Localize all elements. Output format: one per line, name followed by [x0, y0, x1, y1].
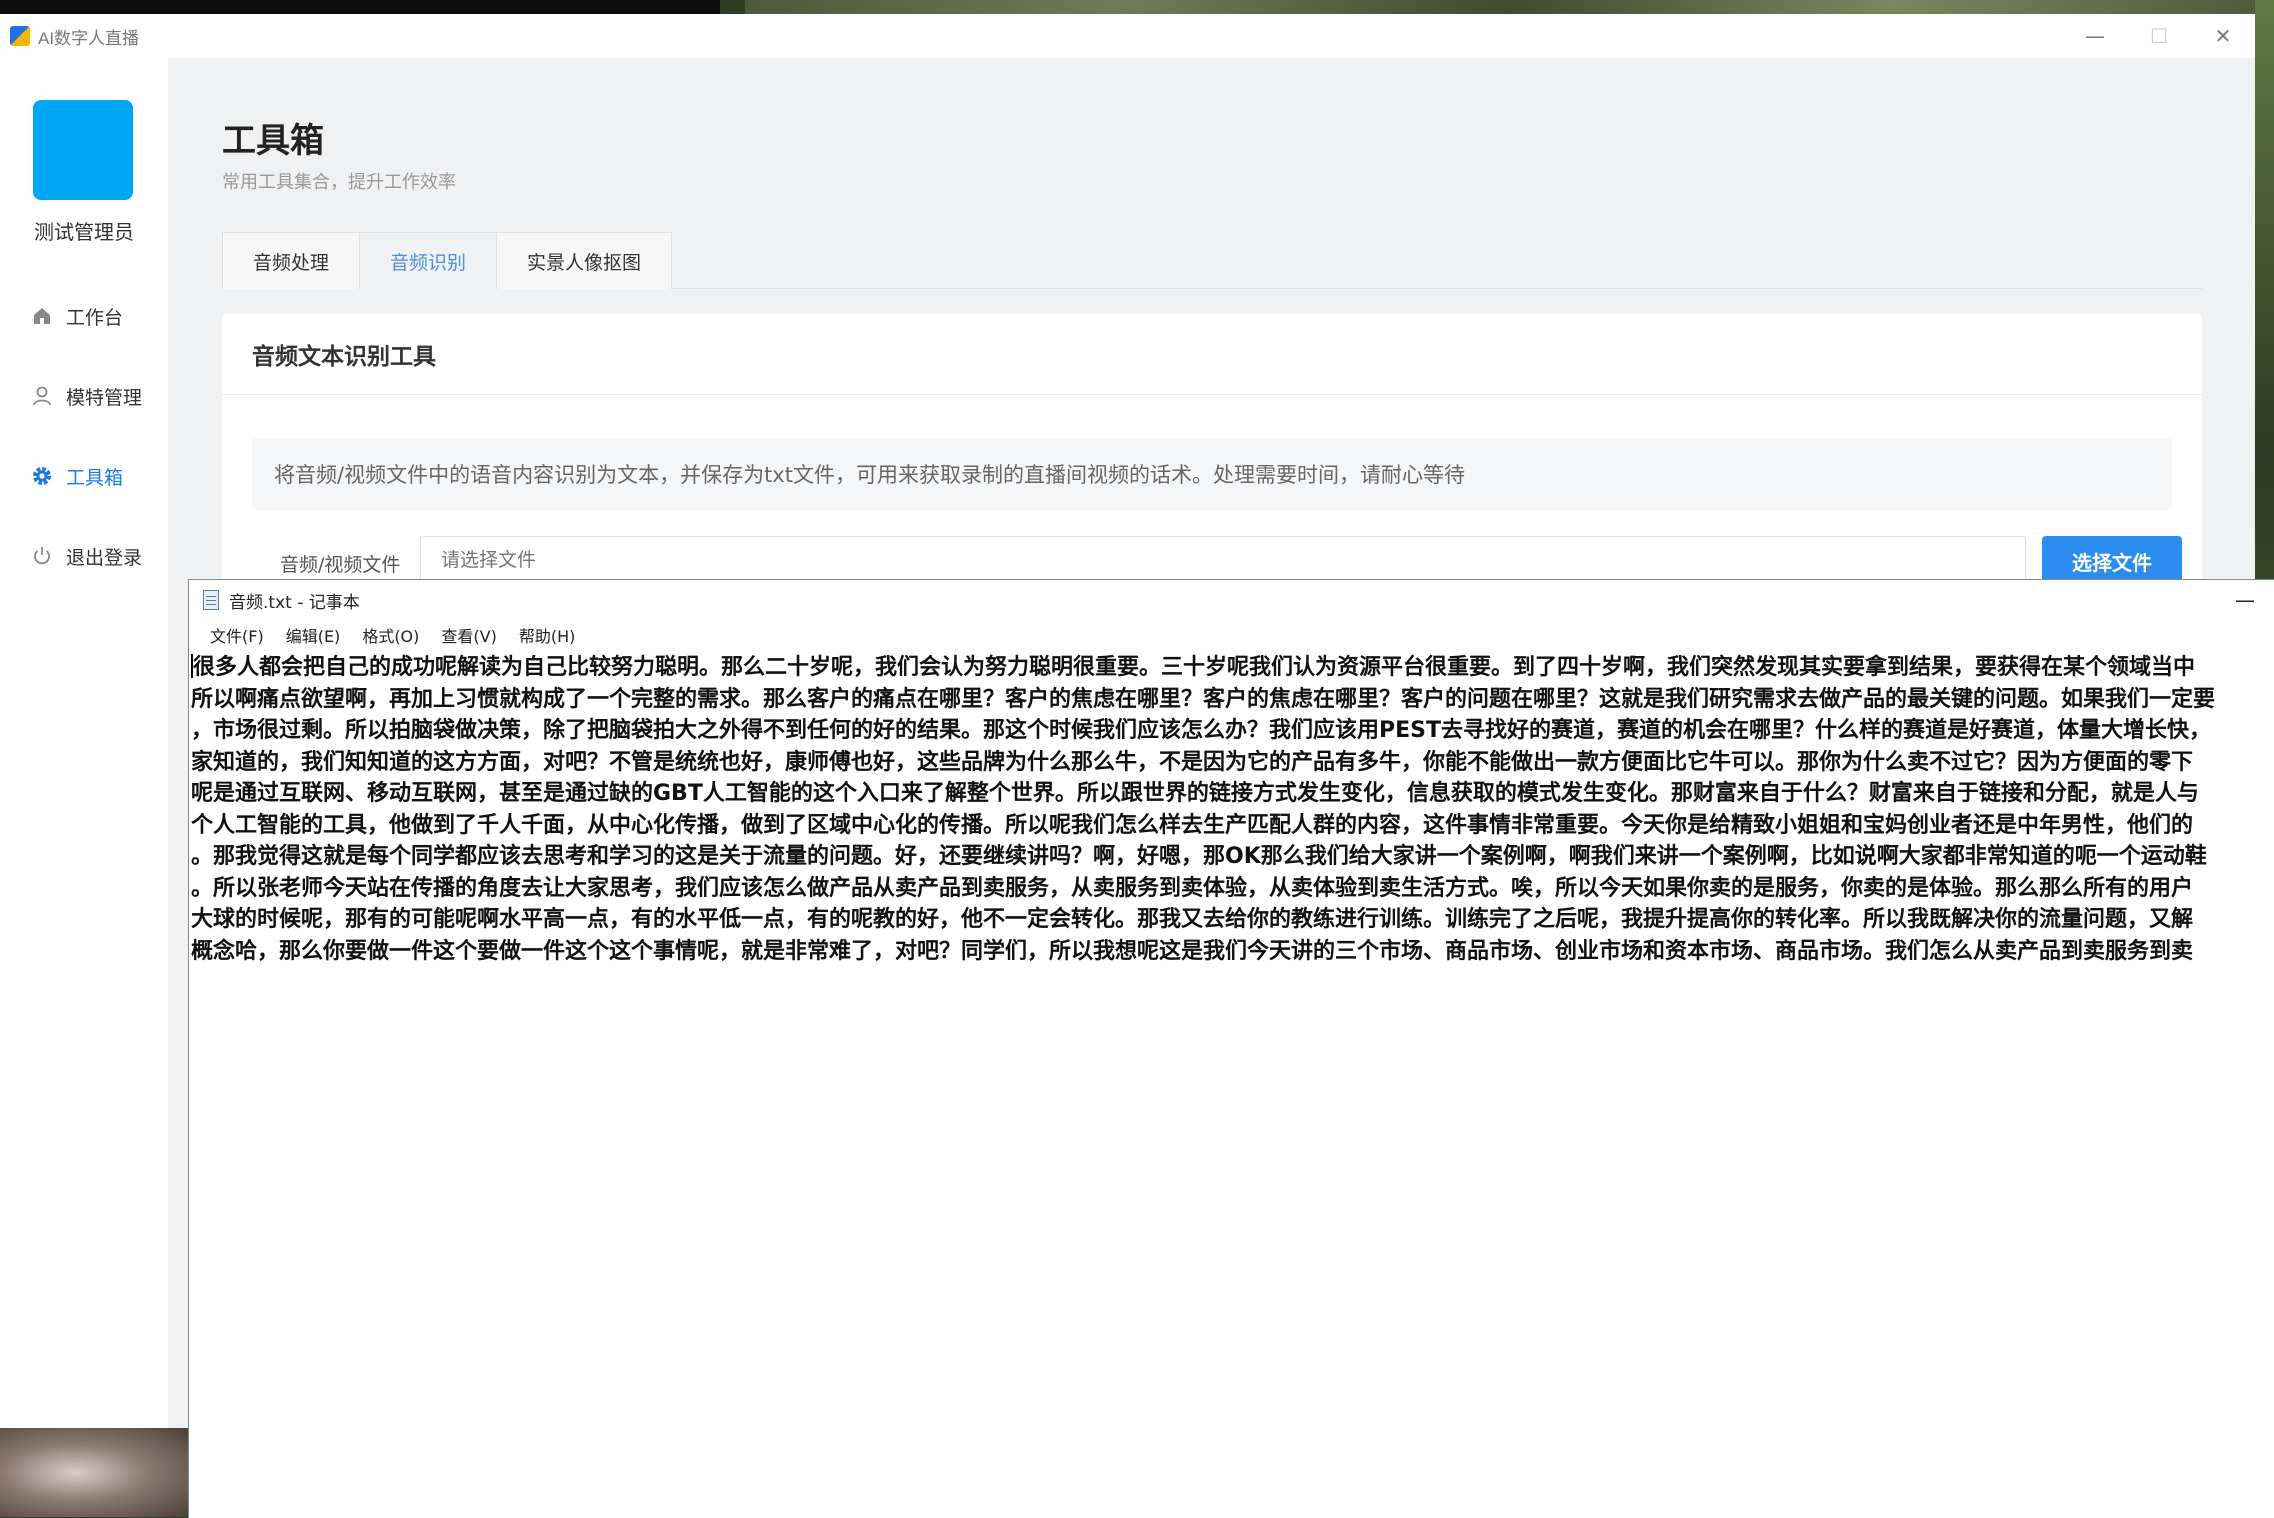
menu-file[interactable]: 文件(F)	[199, 623, 275, 647]
maximize-button[interactable]: ☐	[2127, 14, 2191, 58]
avatar	[33, 100, 133, 200]
sidebar-item-models[interactable]: 模特管理	[30, 376, 168, 416]
app-titlebar: AI数字人直播 — ☐ ✕	[0, 14, 2255, 58]
app-title: AI数字人直播	[38, 28, 140, 48]
text-line: 呢是通过互联网、移动互联网，甚至是通过缺的GBT人工智能的这个入口来了解整个世界…	[191, 781, 2199, 806]
text-line: 很多人都会把自己的成功呢解读为自己比较努力聪明。那么二十岁呢，我们会认为努力聪明…	[191, 652, 2274, 684]
power-icon	[30, 544, 54, 568]
desktop-wallpaper-top	[745, 0, 2274, 14]
tab-bar: 音频处理 音频识别 实景人像抠图	[222, 232, 2202, 289]
sidebar: 测试管理员 工作台 模特管理 工具箱 退出登录	[0, 58, 168, 1428]
text-line: 家知道的，我们知知道的这方方面，对吧？不管是统统也好，康师傅也好，这些品牌为什么…	[191, 749, 2194, 775]
tab-portrait-matting[interactable]: 实景人像抠图	[496, 232, 673, 289]
username: 测试管理员	[34, 220, 134, 244]
user-icon	[30, 384, 54, 408]
page-title: 工具箱	[222, 121, 324, 161]
menu-format[interactable]: 格式(O)	[351, 623, 430, 647]
notepad-menubar: 文件(F) 编辑(E) 格式(O) 查看(V) 帮助(H)	[189, 620, 2274, 650]
notepad-title: 音频.txt - 记事本	[229, 592, 360, 613]
text-line: 所以啊痛点欲望啊，再加上习惯就构成了一个完整的需求。那么客户的痛点在哪里？客户的…	[191, 686, 2216, 712]
info-description: 将音频/视频文件中的语音内容识别为文本，并保存为txt文件，可用来获取录制的直播…	[252, 438, 2172, 510]
text-line: 个人工智能的工具，他做到了千人千面，从中心化传播，做到了区域中心化的传播。所以呢…	[191, 812, 2194, 838]
tab-audio-processing[interactable]: 音频处理	[222, 232, 361, 289]
notepad-titlebar: 音频.txt - 记事本 —	[189, 580, 2274, 620]
desktop-top-strip	[0, 0, 720, 14]
page-subtitle: 常用工具集合，提升工作效率	[222, 172, 456, 193]
menu-help[interactable]: 帮助(H)	[508, 623, 587, 647]
tab-audio-recognition[interactable]: 音频识别	[359, 232, 498, 289]
gear-icon	[30, 464, 54, 488]
notepad-text-area[interactable]: 很多人都会把自己的成功呢解读为自己比较努力聪明。那么二十岁呢，我们会认为努力聪明…	[191, 652, 2274, 1518]
text-line: 。所以张老师今天站在传播的角度去让大家思考，我们应该怎么做产品从卖产品到卖服务，…	[191, 875, 2194, 901]
notepad-icon	[203, 590, 219, 610]
sidebar-item-toolbox[interactable]: 工具箱	[30, 456, 168, 496]
file-label: 音频/视频文件	[280, 554, 401, 576]
text-line: 大球的时候呢，那有的可能呢啊水平高一点，有的水平低一点，有的呢教的好，他不一定会…	[191, 907, 2194, 932]
close-button[interactable]: ✕	[2191, 14, 2255, 58]
sidebar-item-label: 模特管理	[66, 386, 143, 409]
notepad-minimize-button[interactable]: —	[2215, 580, 2274, 620]
sidebar-item-label: 工具箱	[66, 466, 124, 489]
menu-edit[interactable]: 编辑(E)	[275, 623, 352, 647]
text-line-content: 很多人都会把自己的成功呢解读为自己比较努力聪明。那么二十岁呢，我们会认为努力聪明…	[193, 655, 2196, 680]
window-controls: — ☐ ✕	[2063, 14, 2255, 58]
text-line: 概念哈，那么你要做一件这个要做一件这个这个事情呢，就是非常难了，对吧？同学们，所…	[191, 938, 2194, 964]
menu-view[interactable]: 查看(V)	[430, 623, 507, 647]
home-icon	[30, 304, 54, 328]
sidebar-item-label: 工作台	[66, 306, 124, 329]
minimize-button[interactable]: —	[2063, 14, 2127, 58]
notepad-window: 音频.txt - 记事本 — 文件(F) 编辑(E) 格式(O) 查看(V) 帮…	[188, 579, 2274, 1518]
desktop-thumbnail	[0, 1428, 188, 1517]
sidebar-item-label: 退出登录	[66, 546, 143, 569]
text-line: ，市场很过剩。所以拍脑袋做决策，除了把脑袋拍大之外得不到任何的好的结果。那这个时…	[191, 718, 2212, 743]
card-title: 音频文本识别工具	[222, 314, 2202, 395]
sidebar-item-logout[interactable]: 退出登录	[30, 536, 168, 576]
sidebar-item-workbench[interactable]: 工作台	[30, 296, 168, 336]
app-logo-icon	[10, 26, 30, 46]
text-line: 。那我觉得这就是每个同学都应该去思考和学习的这是关于流量的问题。好，还要继续讲吗…	[191, 844, 2207, 869]
